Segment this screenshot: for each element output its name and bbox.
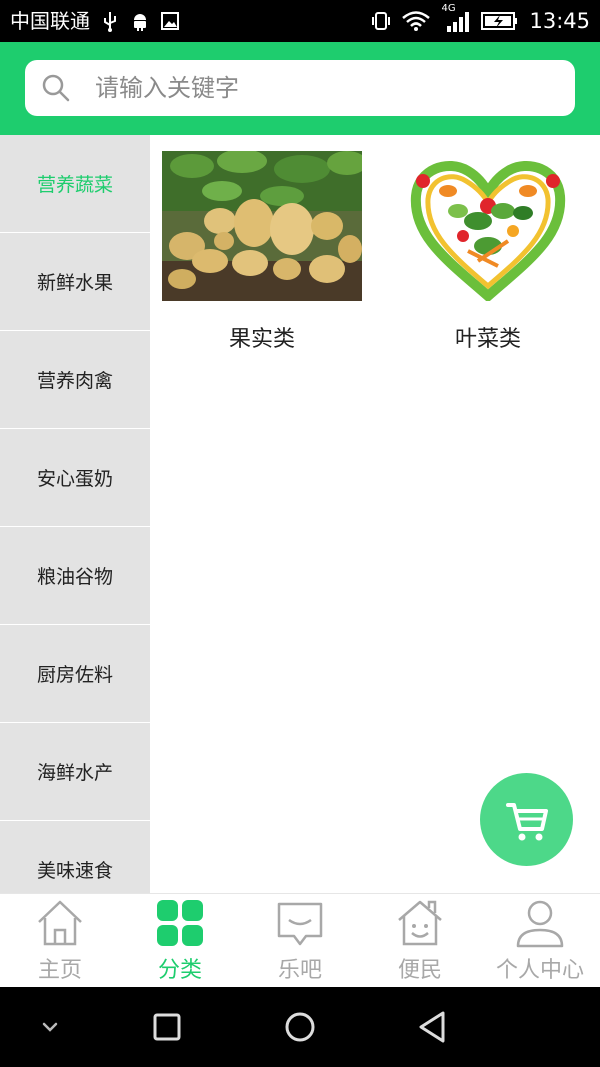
vibrate-icon — [372, 12, 391, 30]
status-bar: 中国联通 4G 13:45 — [0, 0, 600, 42]
status-right: 4G 13:45 — [371, 3, 590, 35]
signal-indicator: 4G — [441, 3, 471, 33]
sidebar-item-label: 营养蔬菜 — [36, 174, 113, 196]
usb-icon — [104, 12, 116, 32]
sidebar-item-seafood[interactable]: 海鲜水产 — [0, 723, 150, 821]
back-triangle-icon[interactable] — [413, 1007, 453, 1047]
category-label: 果实类 — [228, 327, 295, 352]
sidebar-item-label: 海鲜水产 — [36, 762, 113, 784]
recent-apps-icon[interactable] — [147, 1007, 187, 1047]
category-label: 叶菜类 — [454, 327, 521, 352]
sidebar-item-label: 厨房佐料 — [36, 664, 113, 686]
clock: 13:45 — [529, 9, 590, 33]
chevron-down-icon[interactable] — [30, 1007, 70, 1047]
category-grid-icon — [157, 900, 203, 946]
sidebar-item-instant-food[interactable]: 美味速食 — [0, 821, 150, 893]
sidebar-item-label: 营养肉禽 — [36, 370, 113, 392]
category-card-fruit-type[interactable]: 果实类 — [162, 151, 362, 353]
sidebar-item-grains-oils[interactable]: 粮油谷物 — [0, 527, 150, 625]
sidebar-item-fruits[interactable]: 新鲜水果 — [0, 233, 150, 331]
android-icon — [134, 14, 146, 31]
sidebar-item-label: 粮油谷物 — [36, 566, 113, 588]
sidebar-item-meat-poultry[interactable]: 营养肉禽 — [0, 331, 150, 429]
tab-profile[interactable]: 个人中心 — [480, 894, 600, 988]
home-icon — [38, 900, 82, 946]
carrier-name: 中国联通 — [10, 9, 90, 33]
sidebar-item-label: 安心蛋奶 — [36, 468, 113, 490]
system-navigation-bar — [0, 987, 600, 1067]
status-left: 中国联通 — [10, 7, 180, 35]
image-notification-icon — [161, 12, 179, 30]
sidebar-item-label: 新鲜水果 — [36, 272, 113, 294]
shopping-cart-icon — [505, 802, 548, 840]
vegetable-heart-image — [388, 151, 588, 301]
category-card-leafy-type[interactable]: 叶菜类 — [388, 151, 588, 353]
potatoes-image — [162, 151, 362, 301]
chat-bubble-icon — [277, 902, 323, 946]
tab-label: 个人中心 — [495, 958, 584, 983]
tab-label: 乐吧 — [277, 958, 322, 983]
search-box[interactable] — [25, 60, 575, 116]
sidebar-item-vegetables[interactable]: 营养蔬菜 — [0, 135, 150, 233]
house-smile-icon — [398, 900, 442, 946]
tab-leba[interactable]: 乐吧 — [240, 894, 360, 988]
user-icon — [516, 900, 564, 948]
tab-category[interactable]: 分类 — [120, 894, 240, 988]
category-sidebar: 营养蔬菜 新鲜水果 营养肉禽 安心蛋奶 粮油谷物 厨房佐料 海鲜水产 美味速食 — [0, 135, 150, 893]
tab-label: 分类 — [157, 958, 202, 983]
sidebar-item-eggs-dairy[interactable]: 安心蛋奶 — [0, 429, 150, 527]
bottom-tab-bar: 主页 分类 乐吧 便民 个人中心 — [0, 893, 600, 987]
battery-charging-icon — [481, 12, 518, 30]
search-header — [0, 42, 600, 135]
tab-label: 主页 — [37, 958, 82, 983]
cart-button[interactable] — [480, 773, 573, 866]
tab-label: 便民 — [397, 958, 442, 983]
tab-home[interactable]: 主页 — [0, 894, 120, 988]
signal-icon — [447, 12, 470, 32]
search-input[interactable] — [95, 60, 555, 116]
home-circle-icon[interactable] — [280, 1007, 320, 1047]
tab-convenience[interactable]: 便民 — [360, 894, 480, 988]
search-icon — [42, 74, 70, 102]
sidebar-item-label: 美味速食 — [36, 860, 113, 882]
sidebar-item-seasonings[interactable]: 厨房佐料 — [0, 625, 150, 723]
wifi-icon — [402, 11, 431, 31]
